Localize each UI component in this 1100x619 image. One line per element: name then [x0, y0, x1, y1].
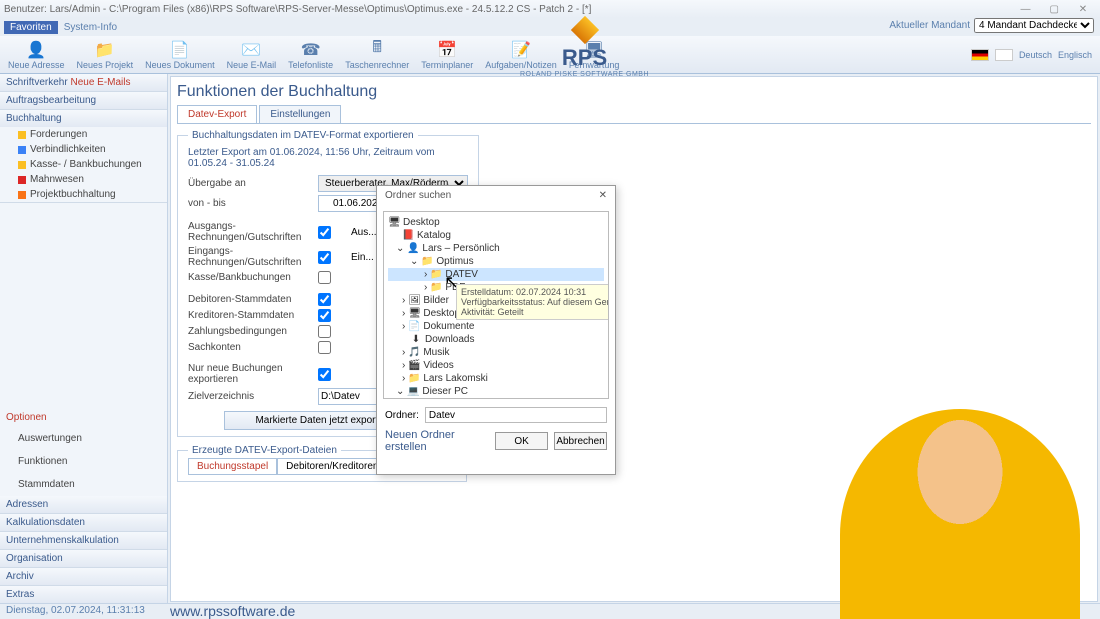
tb-neue-adresse[interactable]: 👤Neue Adresse [8, 40, 65, 70]
side-unternehmen[interactable]: Unternehmenskalkulation [0, 532, 167, 549]
btn-abbrechen[interactable]: Abbrechen [554, 432, 607, 450]
side-archiv[interactable]: Archiv [0, 568, 167, 585]
tree-musik: ›🎵Musik [388, 346, 604, 359]
tree-katalog: 📕Katalog [388, 229, 604, 242]
tab-buchungsstapel[interactable]: Buchungsstapel [188, 458, 277, 474]
btn-neuer-ordner[interactable]: Neuen Ordner erstellen [385, 429, 489, 453]
side-forderungen[interactable]: Forderungen [0, 127, 167, 142]
menu-favoriten[interactable]: Favoriten [4, 21, 58, 34]
lbl-ziel: Zielverzeichnis [188, 391, 318, 402]
mandant-select[interactable]: 4 Mandant Dachdecker [974, 18, 1094, 33]
cb-deb[interactable] [318, 293, 331, 306]
lbl-nurneu: Nur neue Buchungen exportieren [188, 363, 318, 385]
side-buchhaltung[interactable]: Buchhaltung [0, 110, 167, 127]
sidebar: Schriftverkehr Neue E-Mails Auftragsbear… [0, 74, 168, 604]
side-extras[interactable]: Extras [0, 586, 167, 603]
lang-en[interactable]: Englisch [1058, 50, 1092, 60]
tab-debkred[interactable]: Debitoren/Kreditoren [277, 458, 387, 474]
tree-videos: ›🎬Videos [388, 359, 604, 372]
side-funktionen[interactable]: Funktionen [6, 454, 161, 469]
window-controls[interactable]: — ▢ ✕ [1012, 4, 1096, 15]
tb-neues-dokument[interactable]: 📄Neues Dokument [145, 40, 215, 70]
tab-einstellungen[interactable]: Einstellungen [259, 105, 341, 123]
tree-larslak: ›📁Lars Lakomski [388, 372, 604, 385]
btn-ok[interactable]: OK [495, 432, 548, 450]
lbl-vonbis: von - bis [188, 198, 318, 209]
maximize-icon[interactable]: ▢ [1041, 4, 1067, 15]
side-projektbuchhaltung[interactable]: Projektbuchhaltung [0, 187, 167, 202]
lbl-sach: Sachkonten [188, 342, 318, 353]
mandant-label: Aktueller Mandant [889, 20, 970, 31]
logo: RPS ROLAND PISKE SOFTWARE GMBH [520, 18, 649, 78]
input-ordner[interactable] [425, 407, 607, 423]
tree-lars: ⌄👤Lars – Persönlich [388, 242, 604, 255]
lbl-kred: Kreditoren-Stammdaten [188, 310, 318, 321]
lbl-zahl: Zahlungsbedingungen [188, 326, 318, 337]
tab-datev-export[interactable]: Datev-Export [177, 105, 257, 123]
tree-dieserpc: ⌄💻Dieser PC [388, 385, 604, 398]
tb-taschenrechner[interactable]: 🖩Taschenrechner [345, 40, 409, 70]
lbl-uebergabe: Übergabe an [188, 178, 318, 189]
side-kasse[interactable]: Kasse- / Bankbuchungen [0, 157, 167, 172]
flag-en-icon[interactable] [995, 49, 1013, 61]
side-adressen[interactable]: Adressen [0, 496, 167, 513]
tb-telefonliste[interactable]: ☎Telefonliste [288, 40, 333, 70]
titlebar: Benutzer: Lars/Admin - C:\Program Files … [0, 0, 1100, 18]
side-mahnwesen[interactable]: Mahnwesen [0, 172, 167, 187]
tree-downloads: ⬇Downloads [388, 333, 604, 346]
side-auswertungen[interactable]: Auswertungen [6, 431, 161, 446]
tooltip: Erstelldatum: 02.07.2024 10:31Verfügbark… [456, 284, 609, 320]
cb-kasse[interactable] [318, 271, 331, 284]
lbl-deb: Debitoren-Stammdaten [188, 294, 318, 305]
lbl-ordner: Ordner: [385, 410, 419, 421]
toolbar: 👤Neue Adresse 📁Neues Projekt 📄Neues Doku… [0, 36, 1100, 74]
cb-sach[interactable] [318, 341, 331, 354]
side-schriftverkehr[interactable]: Schriftverkehr Neue E-Mails [0, 74, 167, 91]
dialog-close-icon[interactable]: ✕ [599, 190, 607, 201]
tree-optimus: ⌄📁Optimus [388, 255, 604, 268]
fieldset-legend-1: Buchhaltungsdaten im DATEV-Format export… [188, 130, 418, 141]
flag-de-icon[interactable] [971, 49, 989, 61]
tree-lokc: ›💽Lokaler Datenträger (C:) [388, 398, 604, 399]
tree-desktop: 🖥Desktop [388, 216, 604, 229]
side-verbindlichkeiten[interactable]: Verbindlichkeiten [0, 142, 167, 157]
app-title: Benutzer: Lars/Admin - C:\Program Files … [4, 4, 591, 15]
tree-datev: ›📁DATEV [388, 268, 604, 281]
folder-dialog: Ordner suchen ✕ 🖥Desktop 📕Katalog ⌄👤Lars… [376, 185, 616, 475]
dialog-title: Ordner suchen [385, 190, 451, 201]
tree-dokumente: ›📄Dokumente [388, 320, 604, 333]
close-icon[interactable]: ✕ [1070, 4, 1096, 15]
side-auftrag[interactable]: Auftragsbearbeitung [0, 92, 167, 109]
tb-neues-projekt[interactable]: 📁Neues Projekt [77, 40, 134, 70]
page-title: Funktionen der Buchhaltung [177, 83, 1091, 101]
side-organisation[interactable]: Organisation [0, 550, 167, 567]
cb-ausgang[interactable] [318, 226, 331, 239]
minimize-icon[interactable]: — [1012, 4, 1038, 15]
folder-tree[interactable]: 🖥Desktop 📕Katalog ⌄👤Lars – Persönlich ⌄📁… [383, 211, 609, 399]
fieldset-legend-2: Erzeugte DATEV-Export-Dateien [188, 445, 341, 456]
menu-systeminfo[interactable]: System-Info [58, 21, 123, 34]
side-stammdaten[interactable]: Stammdaten [6, 477, 161, 492]
lbl-eingang: Eingangs-Rechnungen/Gutschriften [188, 246, 318, 268]
tb-neue-email[interactable]: ✉️Neue E-Mail [227, 40, 277, 70]
website-label: www.rpssoftware.de [170, 603, 295, 619]
tb-terminplaner[interactable]: 📅Terminplaner [421, 40, 473, 70]
cb-kred[interactable] [318, 309, 331, 322]
cb-eingang[interactable] [318, 251, 331, 264]
lbl-kasse: Kasse/Bankbuchungen [188, 272, 318, 283]
logo-icon [570, 16, 598, 44]
cb-zahl[interactable] [318, 325, 331, 338]
last-export-info: Letzter Export am 01.06.2024, 11:56 Uhr,… [188, 147, 468, 169]
cb-nurneu[interactable] [318, 368, 331, 381]
side-kalkulation[interactable]: Kalkulationsdaten [0, 514, 167, 531]
lbl-ausgang: Ausgangs-Rechnungen/Gutschriften [188, 221, 318, 243]
lang-de[interactable]: Deutsch [1019, 50, 1052, 60]
side-optionen[interactable]: Optionen [0, 408, 167, 427]
